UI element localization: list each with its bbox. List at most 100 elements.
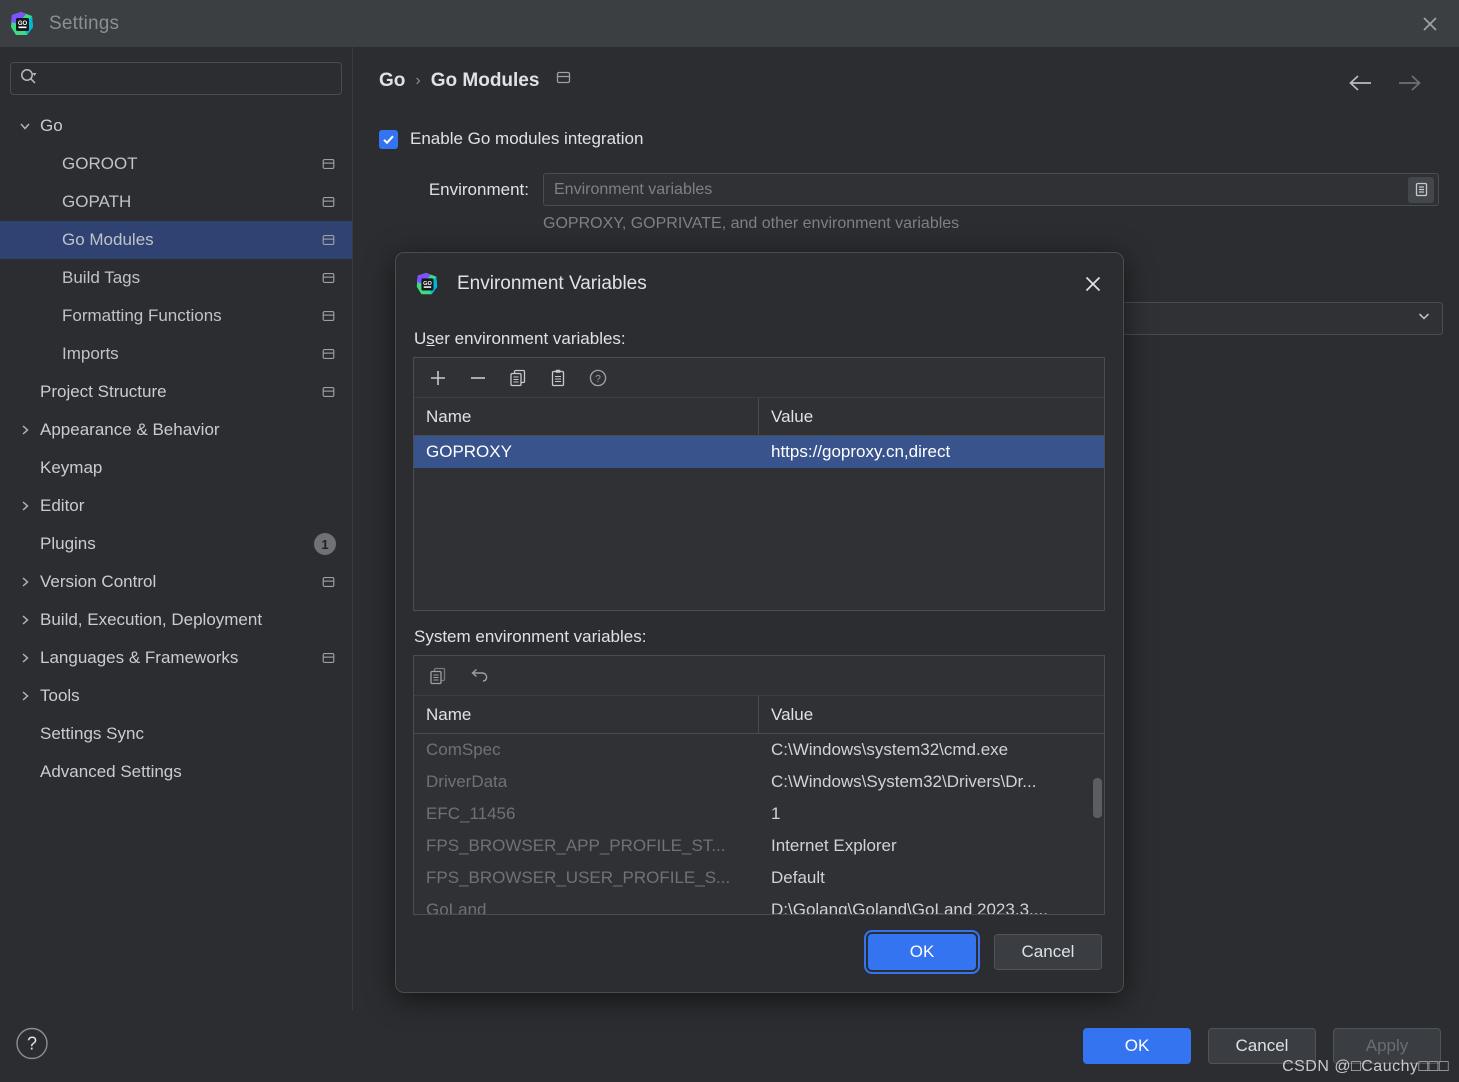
variable-name-cell: DriverData bbox=[426, 772, 508, 791]
sidebar-item-formatting-functions[interactable]: Formatting Functions bbox=[0, 297, 352, 335]
settings-footer: ? OK Cancel Apply CSDN @□Cauchy□□□ bbox=[0, 1010, 1459, 1082]
close-icon[interactable] bbox=[1415, 9, 1445, 39]
project-scope-icon bbox=[321, 651, 336, 666]
table-row[interactable]: EFC_11456 1 bbox=[414, 798, 1104, 830]
sidebar-item-build-tags[interactable]: Build Tags bbox=[0, 259, 352, 297]
revert-icon[interactable] bbox=[468, 666, 490, 686]
arrow-left-icon[interactable] bbox=[1347, 73, 1373, 98]
sidebar-item-keymap[interactable]: Keymap bbox=[0, 449, 352, 487]
environment-label: Environment: bbox=[428, 179, 529, 199]
sidebar-item-label: Project Structure bbox=[40, 382, 167, 401]
table-row[interactable]: GoLand D:\Golang\Goland\GoLand 2023.3.... bbox=[414, 894, 1104, 915]
window-title-bar: GO Settings bbox=[0, 0, 1459, 47]
sidebar-item-go[interactable]: Go bbox=[0, 107, 352, 145]
variable-name-cell: FPS_BROWSER_USER_PROFILE_S... bbox=[426, 868, 731, 887]
dialog-ok-button[interactable]: OK bbox=[864, 930, 980, 974]
ok-button[interactable]: OK bbox=[1083, 1028, 1191, 1064]
chevron-right-icon[interactable] bbox=[14, 499, 36, 513]
sidebar-item-label: GOPATH bbox=[62, 192, 132, 211]
svg-text:GO: GO bbox=[423, 281, 432, 287]
table-row[interactable]: FPS_BROWSER_APP_PROFILE_ST... Internet Ex… bbox=[414, 830, 1104, 862]
sidebar-item-label: Keymap bbox=[40, 458, 103, 477]
variable-value-cell: Internet Explorer bbox=[771, 836, 897, 855]
goland-logo-icon: GO bbox=[8, 10, 36, 38]
module-select[interactable] bbox=[1113, 302, 1443, 335]
enable-go-modules-checkbox[interactable] bbox=[379, 129, 398, 149]
system-table-scrollbar[interactable] bbox=[1093, 778, 1102, 818]
sidebar-item-label: Go bbox=[40, 116, 63, 135]
variable-value-cell: 1 bbox=[771, 804, 781, 823]
search-input[interactable] bbox=[38, 70, 333, 87]
dialog-cancel-button[interactable]: Cancel bbox=[994, 934, 1102, 970]
copy-icon[interactable] bbox=[508, 368, 528, 388]
variable-value-cell: D:\Golang\Goland\GoLand 2023.3.... bbox=[771, 900, 1048, 915]
sidebar-item-tools[interactable]: Tools bbox=[0, 677, 352, 715]
column-header-value[interactable]: Value bbox=[759, 398, 1104, 435]
chevron-right-icon[interactable] bbox=[14, 575, 36, 589]
variable-value-cell: C:\Windows\system32\cmd.exe bbox=[771, 740, 1009, 759]
project-scope-icon bbox=[321, 195, 336, 210]
sidebar-item-label: Go Modules bbox=[62, 230, 154, 249]
chevron-right-icon[interactable] bbox=[14, 423, 36, 437]
table-row[interactable]: ComSpec C:\Windows\system32\cmd.exe bbox=[414, 734, 1104, 766]
breadcrumb-current: Go Modules bbox=[430, 69, 540, 91]
sidebar-item-languages-frameworks[interactable]: Languages & Frameworks bbox=[0, 639, 352, 677]
sidebar-item-label: Formatting Functions bbox=[62, 306, 222, 325]
sidebar-item-plugins[interactable]: Plugins 1 bbox=[0, 525, 352, 563]
project-scope-icon bbox=[321, 157, 336, 172]
sidebar-item-appearance-behavior[interactable]: Appearance & Behavior bbox=[0, 411, 352, 449]
table-row[interactable]: FPS_BROWSER_USER_PROFILE_S... Default bbox=[414, 862, 1104, 894]
chevron-right-icon[interactable] bbox=[14, 689, 36, 703]
sidebar-item-project-structure[interactable]: Project Structure bbox=[0, 373, 352, 411]
system-table-body: ComSpec C:\Windows\system32\cmd.exe Driver… bbox=[414, 734, 1104, 915]
column-header-value[interactable]: Value bbox=[759, 696, 1104, 733]
add-icon[interactable] bbox=[428, 368, 448, 388]
variable-value-cell: Default bbox=[771, 868, 825, 887]
sidebar-item-advanced-settings[interactable]: Advanced Settings bbox=[0, 753, 352, 791]
sidebar-item-editor[interactable]: Editor bbox=[0, 487, 352, 525]
column-header-name[interactable]: Name bbox=[414, 696, 759, 733]
variable-value-cell: C:\Windows\System32\Drivers\Dr... bbox=[771, 772, 1037, 791]
sidebar-item-gopath[interactable]: GOPATH bbox=[0, 183, 352, 221]
paste-icon[interactable] bbox=[548, 368, 568, 388]
arrow-right-icon[interactable] bbox=[1397, 73, 1423, 98]
edit-variables-icon[interactable] bbox=[1408, 176, 1434, 203]
chevron-down-icon bbox=[1416, 308, 1432, 329]
sidebar-item-build-execution-deployment[interactable]: Build, Execution, Deployment bbox=[0, 601, 352, 639]
system-variables-toolbar bbox=[414, 656, 1104, 696]
sidebar-item-settings-sync[interactable]: Settings Sync bbox=[0, 715, 352, 753]
table-row[interactable]: DriverData C:\Windows\System32\Drivers\Dr… bbox=[414, 766, 1104, 798]
remove-icon[interactable] bbox=[468, 368, 488, 388]
variable-name-cell: EFC_11456 bbox=[426, 804, 516, 823]
enable-go-modules-row[interactable]: Enable Go modules integration bbox=[379, 129, 643, 149]
user-variables-table: ? Name Value GOPROXY https://goproxy.cn,d… bbox=[413, 357, 1105, 611]
help-icon[interactable]: ? bbox=[13, 1025, 51, 1068]
user-variables-toolbar: ? bbox=[414, 358, 1104, 398]
environment-hint: GOPROXY, GOPRIVATE, and other environmen… bbox=[543, 215, 960, 232]
sidebar-item-label: Imports bbox=[62, 344, 119, 363]
chevron-right-icon[interactable] bbox=[14, 613, 36, 627]
environment-input[interactable]: Environment variables bbox=[543, 173, 1439, 206]
sidebar-item-version-control[interactable]: Version Control bbox=[0, 563, 352, 601]
column-header-name[interactable]: Name bbox=[414, 398, 759, 435]
sidebar-item-label: GOROOT bbox=[62, 154, 138, 173]
environment-placeholder: Environment variables bbox=[554, 180, 713, 198]
help-icon[interactable]: ? bbox=[588, 368, 608, 388]
sidebar-item-label: Advanced Settings bbox=[40, 762, 182, 781]
table-row[interactable]: GOPROXY https://goproxy.cn,direct bbox=[414, 436, 1104, 468]
close-icon[interactable] bbox=[1079, 270, 1107, 298]
watermark-text: CSDN @□Cauchy□□□ bbox=[1282, 1058, 1449, 1075]
breadcrumb-root[interactable]: Go bbox=[379, 70, 405, 92]
project-scope-icon bbox=[555, 69, 572, 92]
search-box[interactable] bbox=[10, 62, 342, 95]
sidebar-item-goroot[interactable]: GOROOT bbox=[0, 145, 352, 183]
sidebar-item-imports[interactable]: Imports bbox=[0, 335, 352, 373]
system-variables-table: Name Value ComSpec C:\Windows\system32\cm… bbox=[413, 655, 1105, 915]
sidebar-item-go-modules[interactable]: Go Modules bbox=[0, 221, 352, 259]
copy-icon[interactable] bbox=[428, 666, 448, 686]
sidebar-item-label: Languages & Frameworks bbox=[40, 648, 239, 667]
goland-logo-icon: GO bbox=[414, 271, 440, 297]
chevron-down-icon[interactable] bbox=[14, 119, 36, 133]
user-variables-label: User environment variables: bbox=[414, 329, 626, 348]
chevron-right-icon[interactable] bbox=[14, 651, 36, 665]
